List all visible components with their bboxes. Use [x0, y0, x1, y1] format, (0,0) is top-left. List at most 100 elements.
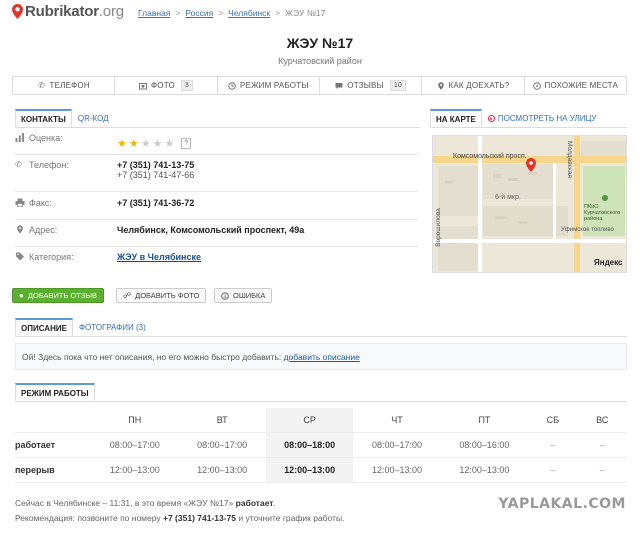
day-header: ВТ	[216, 415, 228, 425]
comment-icon: ●	[19, 291, 24, 300]
breadcrumb-country[interactable]: Россия	[185, 8, 213, 18]
map-poi-fuel: Уфимское топливо	[561, 227, 614, 233]
photo-count-badge: 3	[180, 80, 193, 91]
day-header: ЧТ	[391, 415, 403, 425]
tab-divider	[430, 127, 627, 128]
nav-hours[interactable]: Режим работы	[218, 77, 320, 94]
info-tabs: Контакты QR-код	[15, 109, 115, 127]
phone-row: ✆ Телефон: +7 (351) 741-13-75 +7 (351) 7…	[15, 160, 418, 192]
photo-icon	[139, 82, 148, 89]
status-suffix: .	[273, 498, 276, 508]
schedule-cell: 08:00–16:00	[459, 440, 510, 450]
add-review-button[interactable]: ● Добавить отзыв	[12, 288, 104, 303]
tab-contacts[interactable]: Контакты	[15, 109, 72, 127]
fax-row: Факс: +7 (351) 741-36-72	[15, 198, 418, 220]
location-icon	[437, 81, 444, 90]
address-label: Адрес:	[29, 225, 58, 235]
schedule-cell: 08:00–17:00	[197, 440, 248, 450]
nav-directions[interactable]: Как доехать?	[422, 77, 525, 94]
clock-icon	[228, 81, 236, 90]
nav-label: Похожие места	[544, 81, 619, 90]
breadcrumb-separator: >	[175, 8, 181, 18]
schedule-cell: –	[550, 440, 556, 450]
schedule-row-break: перерыв 12:00–13:00 12:00–13:00 12:00–13…	[15, 458, 627, 483]
nav-phone[interactable]: ✆ Телефон	[13, 77, 116, 94]
review-count-badge: 10	[389, 80, 407, 91]
phone-main[interactable]: +7 (351) 741-13-75	[117, 160, 194, 170]
phone-label: Телефон:	[29, 160, 69, 170]
schedule-row-label: работает	[15, 440, 56, 450]
schedule-cell: –	[599, 465, 605, 475]
phone-alt[interactable]: +7 (351) 741-47-66	[117, 170, 194, 180]
rec-suffix: и уточните график работы.	[236, 513, 345, 523]
tab-qr-code[interactable]: QR-код	[72, 109, 115, 127]
breadcrumb-home[interactable]: Главная	[138, 8, 170, 18]
tab-photos[interactable]: Фотографии (3)	[73, 318, 152, 336]
report-error-button[interactable]: Ошибка	[214, 288, 273, 303]
category-link[interactable]: ЖЭУ в Челябинске	[117, 252, 201, 274]
tab-description[interactable]: Описание	[15, 318, 73, 336]
schedule-table: ПН ВТ СР ЧТ ПТ СБ ВС работает 08:00–17:0…	[15, 408, 627, 483]
rec-prefix: Рекомендация: позвоните по номеру	[15, 513, 163, 523]
map-street-right: Молдавская	[565, 141, 573, 178]
schedule-cell: 12:00–13:00	[459, 465, 510, 475]
rec-phone: +7 (351) 741-13-75	[163, 513, 237, 523]
schedule-cell: 12:00–13:00	[197, 465, 248, 475]
nav-reviews[interactable]: Отзывы 10	[320, 77, 423, 94]
add-review-label: Добавить отзыв	[27, 291, 97, 300]
fax-label: Факс:	[29, 198, 52, 208]
breadcrumb-city[interactable]: Челябинск	[228, 8, 270, 18]
day-header-weekend: СБ	[546, 415, 560, 425]
breadcrumb: Главная > Россия > Челябинск > ЖЭУ №17	[138, 8, 325, 18]
printer-icon	[15, 198, 25, 207]
tag-icon	[15, 252, 25, 261]
fax-value: +7 (351) 741-36-72	[117, 198, 195, 208]
nav-similar[interactable]: Похожие места	[525, 77, 626, 94]
schedule-row-label: перерыв	[15, 465, 55, 475]
tab-street-view[interactable]: Посмотреть на улицу	[482, 109, 603, 127]
add-description-link[interactable]: добавить описание	[284, 352, 360, 362]
description-box: Ой! Здесь пока что нет описания, но его …	[15, 343, 627, 370]
tab-on-map[interactable]: На карте	[430, 109, 482, 127]
site-logo[interactable]: Rubrikator.org	[12, 3, 124, 20]
map-poi-park: ПКиО Курчатовского района	[584, 204, 621, 222]
street-view-label: Посмотреть на улицу	[497, 114, 597, 123]
category-label: Категория:	[29, 252, 74, 262]
location-icon	[17, 225, 23, 234]
address-row: Адрес: Челябинск, Комсомольский проспект…	[15, 225, 418, 247]
current-status-note: Сейчас в Челябинске – 11:31, в это время…	[15, 498, 276, 508]
tab-divider	[15, 336, 627, 337]
description-tabs: Описание Фотографии (3)	[15, 318, 152, 336]
map-district: 6-й мкр.	[495, 194, 521, 201]
rating-help-button[interactable]: ?	[181, 138, 192, 149]
day-header: ПТ	[478, 415, 491, 425]
map-pin-icon	[12, 4, 23, 19]
nav-label: Фото	[151, 81, 175, 90]
schedule-tabs: Режим работы	[15, 383, 95, 401]
map-tabs: На карте Посмотреть на улицу	[430, 109, 603, 127]
nav-photo[interactable]: Фото 3	[115, 77, 218, 94]
add-photo-label: Добавить фото	[135, 291, 200, 300]
schedule-cell-today: 08:00–18:00	[265, 433, 354, 457]
nav-label: Отзывы	[347, 81, 384, 90]
map-street-vertical: Ворошилова	[434, 208, 442, 247]
tab-schedule[interactable]: Режим работы	[15, 383, 95, 401]
map-brand-logo[interactable]: Яндекс	[594, 258, 622, 267]
schedule-cell: –	[599, 440, 605, 450]
status-prefix: Сейчас в Челябинске – 11:31, в это время…	[15, 498, 236, 508]
breadcrumb-separator: >	[218, 8, 224, 18]
info-icon	[221, 291, 229, 300]
schedule-cell: 08:00–17:00	[109, 440, 160, 450]
description-text: Ой! Здесь пока что нет описания, но его …	[22, 352, 284, 362]
add-photo-button[interactable]: ☍ Добавить фото	[116, 288, 207, 303]
logo-tld: .org	[98, 3, 124, 20]
rating-stars[interactable]: ★ ★ ★ ★ ★ ?	[117, 133, 192, 154]
street-view-icon	[487, 115, 495, 122]
page-title: ЖЭУ №17	[286, 35, 354, 51]
day-header-today: СР	[265, 408, 354, 432]
map-view[interactable]: Комсомольский просп. 6-й мкр. Ворошилова…	[432, 135, 627, 273]
report-error-label: Ошибка	[233, 291, 266, 300]
page-subtitle: Курчатовский район	[278, 56, 362, 66]
phone-icon: ✆	[38, 80, 45, 90]
status-value: работает	[235, 498, 274, 508]
